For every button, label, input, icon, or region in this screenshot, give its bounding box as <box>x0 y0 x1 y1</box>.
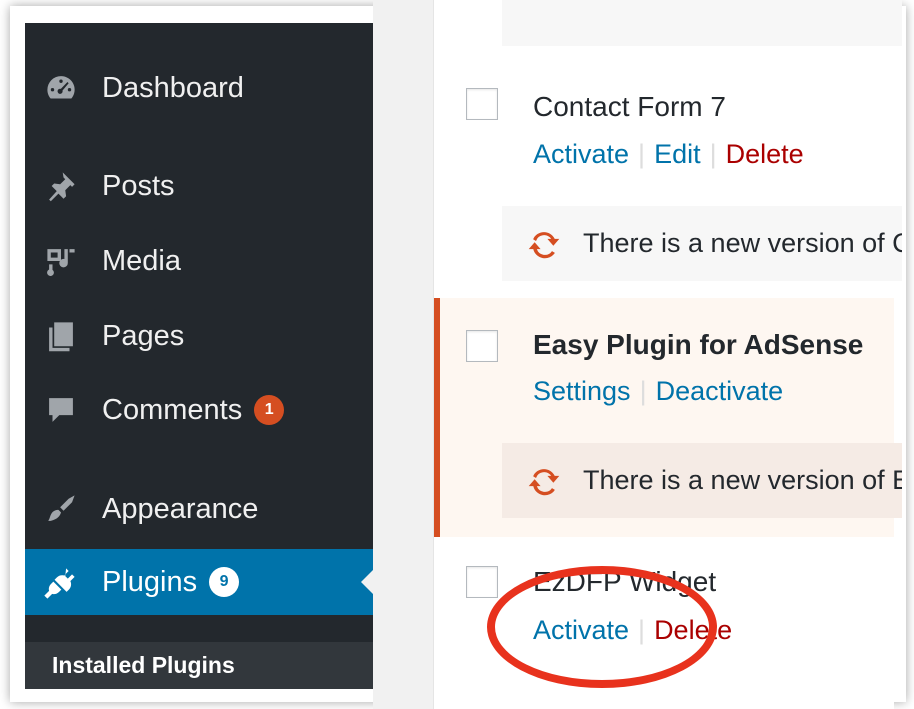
plugin-actions: Settings | Deactivate <box>533 376 783 407</box>
action-separator: | <box>709 139 717 169</box>
sidebar-item-label: Appearance <box>102 492 259 525</box>
sidebar-item-appearance[interactable]: Appearance <box>25 476 373 542</box>
brush-icon <box>42 490 80 528</box>
plugin-update-badge: 9 <box>209 567 240 597</box>
plugin-name: Easy Plugin for AdSense <box>533 329 864 360</box>
dashboard-icon <box>42 69 80 107</box>
content-gutter <box>373 0 433 709</box>
edit-link[interactable]: Edit <box>654 139 701 169</box>
deactivate-link[interactable]: Deactivate <box>656 376 784 406</box>
admin-sidebar: Dashboard Posts Media Pages Comments 1 A… <box>25 23 373 689</box>
sidebar-item-pages[interactable]: Pages <box>25 303 373 369</box>
sidebar-item-comments[interactable]: Comments 1 <box>25 377 373 443</box>
settings-link[interactable]: Settings <box>533 376 631 406</box>
update-icon <box>527 464 561 498</box>
active-menu-arrow <box>361 570 373 594</box>
sidebar-item-label: Pages <box>102 319 185 352</box>
plugins-list: Contact Form 7 Activate | Edit | Delete Ther… <box>433 0 902 709</box>
update-notice: There is a new version of Contact Form 7… <box>502 206 902 281</box>
delete-link[interactable]: Delete <box>726 139 804 169</box>
active-plugin-border <box>434 298 440 537</box>
plugin-checkbox[interactable] <box>466 566 498 598</box>
activate-link[interactable]: Activate <box>533 139 629 169</box>
sidebar-item-media[interactable]: Media <box>25 228 373 294</box>
sidebar-item-label: Dashboard <box>102 71 244 104</box>
update-notice: There is a new version of Easy Plugin fo… <box>502 443 902 518</box>
sidebar-item-posts[interactable]: Posts <box>25 153 373 219</box>
plugin-checkbox[interactable] <box>466 330 498 362</box>
update-notice-text: There is a new version of Easy Plugin fo… <box>583 465 902 495</box>
sidebar-item-label: Posts <box>102 169 175 202</box>
sidebar-item-label: Media <box>102 244 181 277</box>
sidebar-item-plugins[interactable]: Plugins 9 <box>25 549 373 615</box>
plugin-name: EzDFP Widget <box>533 566 717 597</box>
plugin-name: Contact Form 7 <box>533 91 726 122</box>
activate-link[interactable]: Activate <box>533 615 629 645</box>
submenu-item-installed-plugins[interactable]: Installed Plugins <box>52 652 235 679</box>
sidebar-item-dashboard[interactable]: Dashboard <box>25 55 373 121</box>
action-separator: | <box>638 139 646 169</box>
action-separator: | <box>639 376 647 406</box>
pin-icon <box>42 167 80 205</box>
plugin-icon <box>42 563 80 601</box>
update-icon <box>527 227 561 261</box>
pages-icon <box>42 317 80 355</box>
plugin-actions: Activate | Delete <box>533 615 732 646</box>
delete-link[interactable]: Delete <box>654 615 732 645</box>
action-separator: | <box>638 615 646 645</box>
plugin-checkbox[interactable] <box>466 88 498 120</box>
plugins-submenu: Installed Plugins <box>25 642 373 689</box>
comment-count-badge: 1 <box>254 395 285 425</box>
sidebar-item-label: Plugins <box>102 565 198 598</box>
update-notice-text: There is a new version of Contact Form 7… <box>583 228 902 258</box>
plugin-actions: Activate | Edit | Delete <box>533 139 804 170</box>
comment-icon <box>42 391 80 429</box>
sidebar-item-label: Comments <box>102 393 243 426</box>
previous-row-notice <box>502 0 902 46</box>
media-icon <box>42 242 80 280</box>
